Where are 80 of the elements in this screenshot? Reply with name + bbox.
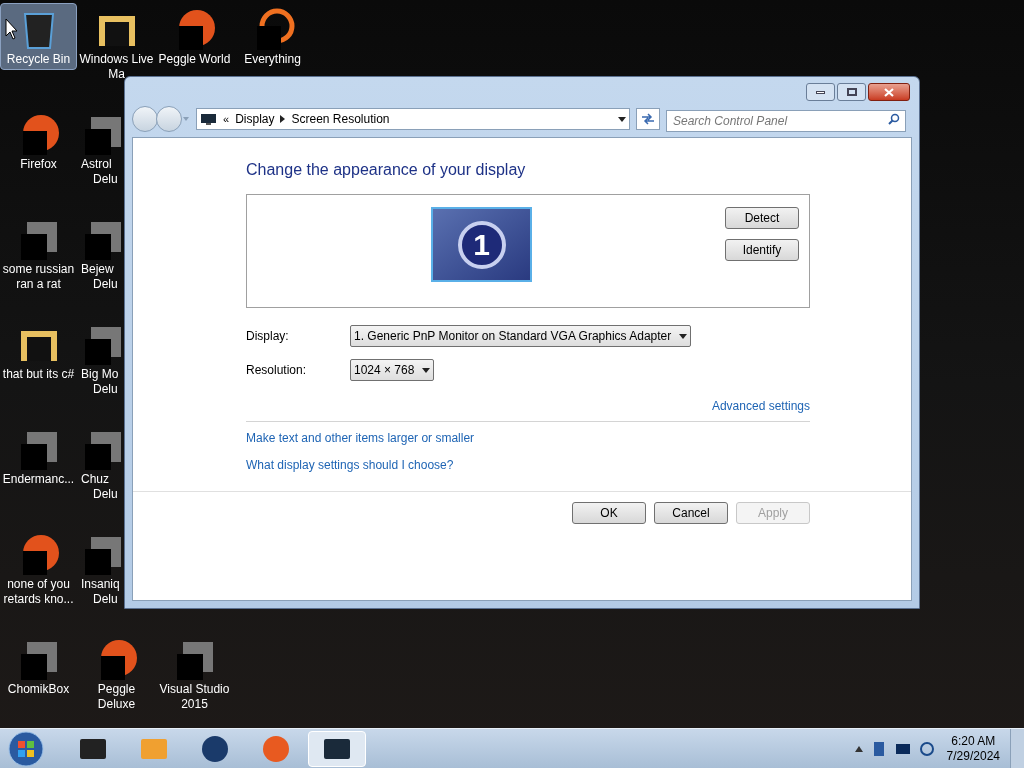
desktop-icon[interactable]: Recycle Bin [0,3,77,70]
breadcrumb-item[interactable]: Screen Resolution [291,110,390,128]
page-heading: Change the appearance of your display [246,160,527,180]
icon-label: Delu [92,172,118,187]
display-dropdown[interactable]: 1. Generic PnP Monitor on Standard VGA Graphics Adapter [350,325,692,347]
desktop-icon[interactable]: Visual Studio 2015 [156,633,233,715]
icon-label: Windows Live [79,52,154,67]
desktop-icon[interactable]: Chuz Delu [78,423,124,505]
dropdown-caret-icon [422,367,431,373]
icon-label: Chuz [81,472,109,487]
close-button[interactable] [868,83,910,101]
dialog-button[interactable]: Detect [725,207,799,229]
icon-label: Insaniq [81,577,120,592]
help-link[interactable]: Make text and other items larger or smaller [246,429,475,447]
icon-label: Everything [244,52,301,67]
desktop-icon[interactable]: none of you retards kno... [0,528,77,610]
icon-label: Big Mo [81,367,119,382]
desktop-icon[interactable]: Windows Live Ma [78,3,155,85]
desktop-icon[interactable]: Firefox [0,108,77,175]
windows-logo-icon [8,730,44,767]
icon-label: Delu [92,277,118,292]
icon-label: Firefox [20,157,57,172]
desktop-icon[interactable]: Big Mo Delu [78,318,124,400]
icon-label: none of you retards kno... [2,577,75,607]
refresh-button[interactable] [636,108,660,130]
arrow-icon [280,115,286,123]
desktop-icon[interactable]: Peggle Deluxe [78,633,155,715]
help-link[interactable]: What display settings should I choose? [246,456,454,474]
desktop-icon[interactable]: Endermanc... [0,423,77,490]
desktop-icon[interactable]: Astrol Delu [78,108,124,190]
desktop-icon[interactable]: Peggle World [156,3,233,70]
monitor-icon [200,112,217,126]
maximize-button[interactable] [837,83,866,101]
show-hidden-icons-icon[interactable] [854,745,863,752]
icon-label: some russian ran a rat [1,262,76,292]
dropdown-caret-icon[interactable] [618,116,626,122]
icon-label: Astrol [81,157,112,172]
breadcrumb-item[interactable]: Display [235,110,275,128]
close-icon [884,87,894,97]
monitor-number: 1 [457,220,506,269]
icon-label: Delu [92,487,118,502]
dialog-button[interactable]: Cancel [654,502,728,524]
overflow-chevron-icon[interactable]: « [223,110,230,128]
taskbar-button[interactable] [308,730,366,767]
icon-label: Delu [92,382,118,397]
minimize-button[interactable] [806,83,835,101]
start-button[interactable] [6,729,46,768]
monitor-drawing[interactable]: 1 [431,207,532,282]
mouse-pointer-icon [5,18,19,40]
field-label: Resolution: [246,362,308,379]
dialog-button[interactable]: OK [572,502,646,524]
clock[interactable]: 6:20 AM 7/29/2024 [946,733,1000,764]
dialog-button[interactable]: Identify [725,239,799,261]
search-field[interactable]: Search Control Panel [666,110,906,132]
icon-label: that but its c# [2,367,75,382]
advanced-settings-link[interactable]: Advanced settings [711,397,810,415]
icon-label: Peggle World [158,52,231,67]
icon-label: Ma [108,67,125,82]
field-label: Display: [246,328,290,345]
icon-label: Endermanc... [2,472,75,487]
desktop-icon[interactable]: Everything [234,3,311,70]
icon-label: Peggle Deluxe [96,682,137,712]
desktop-icon[interactable]: Bejew Delu [78,213,124,295]
icon-label: Delu [92,592,118,607]
icon-label: Visual Studio 2015 [158,682,231,712]
caret-icon [182,116,190,122]
dropdown-caret-icon [679,333,688,339]
desktop-icon[interactable]: some russian ran a rat [0,213,77,295]
desktop-icon[interactable]: Insaniq Delu [78,528,124,610]
icon-label: Bejew [81,262,114,277]
desktop-icon[interactable]: that but its c# [0,318,77,385]
address-bar[interactable]: « Display Screen Resolution [196,108,630,130]
desktop-icon[interactable]: ChomikBox [0,633,77,700]
icon-label: Recycle Bin [6,52,71,67]
resolution-dropdown[interactable]: 1024 × 768 [350,359,435,381]
globe-icon [200,734,230,763]
refresh-icon [641,113,655,125]
globe-icon [261,734,291,763]
icon-label: ChomikBox [7,682,70,697]
search-icon [888,113,900,125]
